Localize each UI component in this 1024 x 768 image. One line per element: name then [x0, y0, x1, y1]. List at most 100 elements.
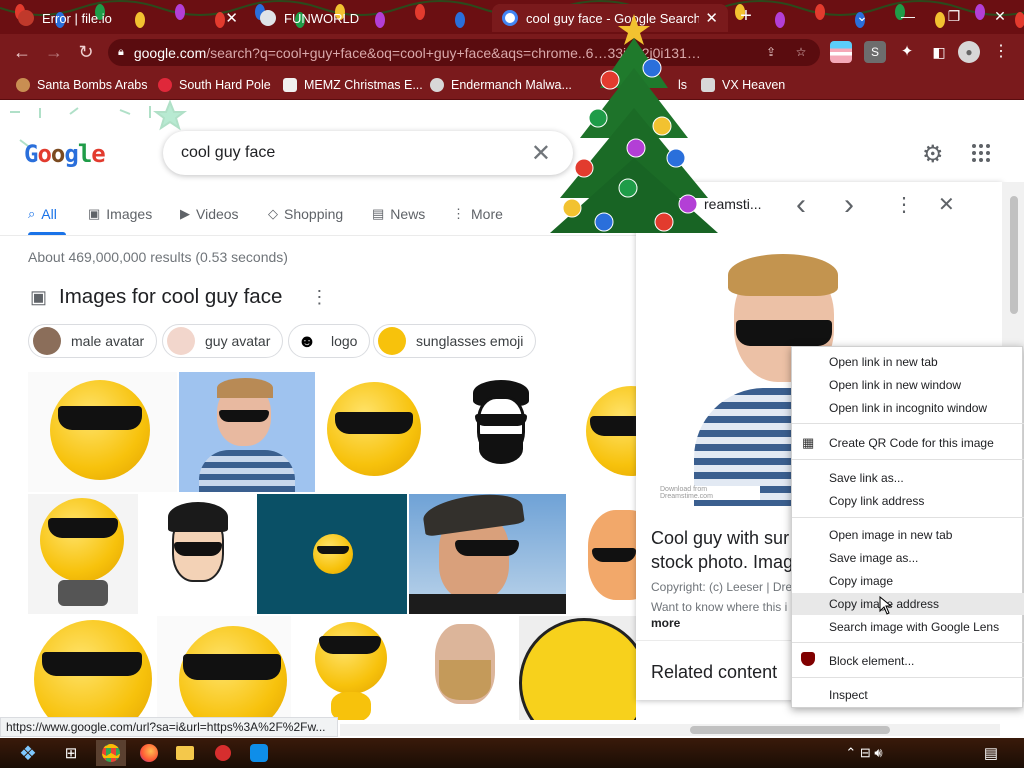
- tab-label: Shopping: [284, 206, 344, 222]
- tree-ornament: [588, 108, 608, 128]
- context-menu: Open link in new tab Open link in new wi…: [791, 346, 1024, 708]
- image-result-thumbnail-selected[interactable]: [179, 372, 315, 492]
- image-icon: ▣: [88, 206, 101, 221]
- side-panel-icon[interactable]: ◧: [928, 41, 950, 63]
- tab-more[interactable]: ⋮ More: [452, 204, 503, 224]
- bookmark-south-hard-pole[interactable]: South Hard Pole: [158, 74, 271, 96]
- tab-funworld[interactable]: FUNWORLD: [250, 4, 490, 32]
- tab-error-fileio[interactable]: Error | file.io ✕: [8, 4, 248, 32]
- settings-gear-icon[interactable]: ⚙: [922, 140, 944, 169]
- logo-letter: g: [64, 140, 78, 168]
- share-icon[interactable]: ⇪: [760, 41, 782, 63]
- file-explorer-taskbar-icon[interactable]: [170, 740, 200, 766]
- menu-create-qr-code[interactable]: Create QR Code for this image: [792, 432, 1024, 454]
- menu-copy-link-address[interactable]: Copy link address: [792, 490, 1024, 512]
- preview-more-link[interactable]: more: [651, 616, 680, 630]
- tab-label: All: [41, 206, 57, 222]
- preview-title[interactable]: Cool guy with sur stock photo. Imag: [651, 526, 793, 574]
- menu-save-link-as[interactable]: Save link as...: [792, 467, 1024, 489]
- reload-icon[interactable]: ↻: [74, 40, 98, 64]
- menu-open-link-incognito[interactable]: Open link in incognito window: [792, 397, 1024, 419]
- chip-logo[interactable]: ☻ logo: [288, 324, 371, 358]
- menu-search-google-lens[interactable]: Search image with Google Lens: [792, 616, 1024, 638]
- menu-separator: [792, 642, 1024, 643]
- task-view-icon[interactable]: ⊞: [56, 740, 86, 766]
- menu-copy-image[interactable]: Copy image: [792, 570, 1024, 592]
- next-image-icon[interactable]: ›: [844, 188, 854, 222]
- extension-flag-icon[interactable]: [830, 41, 852, 63]
- action-center-icon[interactable]: ▤: [976, 740, 1006, 766]
- minimize-button[interactable]: —: [888, 4, 928, 28]
- virus-app-taskbar-icon[interactable]: [208, 740, 238, 766]
- tree-ornament: [562, 198, 582, 218]
- tab-title: Error | file.io: [42, 10, 112, 26]
- menu-block-element[interactable]: Block element...: [792, 650, 1024, 672]
- menu-open-link-new-tab[interactable]: Open link in new tab: [792, 351, 1024, 373]
- restore-button[interactable]: ❐: [934, 4, 974, 28]
- image-result-thumbnail[interactable]: [157, 616, 291, 720]
- page-scrollbar-thumb[interactable]: [1010, 196, 1018, 314]
- menu-copy-image-address[interactable]: Copy image address: [792, 593, 1024, 615]
- logo-letter: o: [50, 140, 65, 168]
- more-options-icon[interactable]: ⋮: [894, 192, 914, 217]
- tab-shopping[interactable]: ◇ Shopping: [268, 204, 343, 224]
- menu-inspect[interactable]: Inspect: [792, 684, 1024, 706]
- image-result-thumbnail[interactable]: [28, 372, 177, 492]
- close-tab-icon[interactable]: ✕: [225, 9, 238, 27]
- back-arrow-icon[interactable]: ←: [10, 40, 34, 64]
- chrome-taskbar-icon[interactable]: [96, 740, 126, 766]
- profile-avatar-icon[interactable]: ●: [958, 41, 980, 63]
- image-result-thumbnail[interactable]: [257, 494, 407, 614]
- image-result-thumbnail[interactable]: [519, 616, 636, 720]
- previous-image-icon[interactable]: ‹: [796, 188, 806, 222]
- image-result-thumbnail[interactable]: [568, 494, 636, 614]
- horizontal-scrollbar[interactable]: [340, 724, 1000, 736]
- firefox-taskbar-icon[interactable]: [134, 740, 164, 766]
- horizontal-scrollbar-thumb[interactable]: [690, 726, 890, 734]
- close-preview-icon[interactable]: ✕: [938, 192, 955, 217]
- close-window-button[interactable]: ✕: [980, 4, 1020, 28]
- endermanch-icon: [430, 78, 444, 92]
- system-tray-icons[interactable]: ⌃ ⊟ 🔊︎: [824, 740, 904, 766]
- preview-description: Want to know where this i: [651, 600, 788, 614]
- tab-images[interactable]: ▣ Images: [88, 204, 152, 224]
- google-apps-grid-icon[interactable]: [972, 144, 990, 162]
- chip-thumbnail: ☻: [293, 327, 321, 355]
- tab-search-button[interactable]: ⌄: [842, 4, 882, 28]
- images-section-heading[interactable]: ▣ Images for cool guy face ⋮: [30, 285, 328, 309]
- more-options-icon[interactable]: ⋮: [310, 287, 328, 308]
- menu-save-image-as[interactable]: Save image as...: [792, 547, 1024, 569]
- menu-open-image-new-tab[interactable]: Open image in new tab: [792, 524, 1024, 546]
- image-result-thumbnail[interactable]: [140, 494, 255, 614]
- teamviewer-taskbar-icon[interactable]: [244, 740, 274, 766]
- image-result-thumbnail[interactable]: [409, 494, 566, 614]
- start-button-icon[interactable]: ❖: [8, 740, 48, 766]
- new-tab-button[interactable]: +: [730, 4, 762, 28]
- chip-male-avatar[interactable]: male avatar: [28, 324, 158, 358]
- bookmark-memz[interactable]: MEMZ Christmas E...: [283, 74, 423, 96]
- tab-all[interactable]: ⌕ All: [28, 204, 57, 224]
- image-result-thumbnail[interactable]: [317, 372, 431, 492]
- extension-s-icon[interactable]: S: [864, 41, 886, 63]
- image-result-thumbnail[interactable]: [417, 616, 517, 720]
- bookmark-santa-bombs[interactable]: Santa Bombs Arabs: [16, 74, 147, 96]
- extensions-puzzle-icon[interactable]: ✦: [896, 41, 918, 63]
- tree-ornament: [600, 70, 620, 90]
- google-doodle-logo[interactable]: Google: [24, 140, 106, 168]
- image-result-thumbnail[interactable]: [433, 372, 568, 492]
- chip-label: sunglasses emoji: [416, 333, 524, 349]
- image-result-thumbnail[interactable]: [293, 616, 415, 720]
- chip-sunglasses-emoji[interactable]: sunglasses emoji: [373, 324, 537, 358]
- tab-videos[interactable]: ▶ Videos: [180, 204, 239, 224]
- search-input[interactable]: cool guy face ✕: [163, 131, 573, 175]
- tab-news[interactable]: ▤ News: [372, 204, 425, 224]
- image-result-thumbnail[interactable]: [570, 372, 636, 492]
- menu-open-link-new-window[interactable]: Open link in new window: [792, 374, 1024, 396]
- chip-guy-avatar[interactable]: guy avatar: [162, 324, 284, 358]
- bookmark-star-icon[interactable]: ☆: [790, 41, 812, 63]
- forward-arrow-icon[interactable]: →: [42, 40, 66, 64]
- image-result-thumbnail[interactable]: [28, 494, 138, 614]
- result-stats: About 469,000,000 results (0.53 seconds): [28, 249, 288, 265]
- image-result-thumbnail[interactable]: [28, 616, 155, 720]
- chrome-menu-icon[interactable]: ⋮: [990, 41, 1012, 63]
